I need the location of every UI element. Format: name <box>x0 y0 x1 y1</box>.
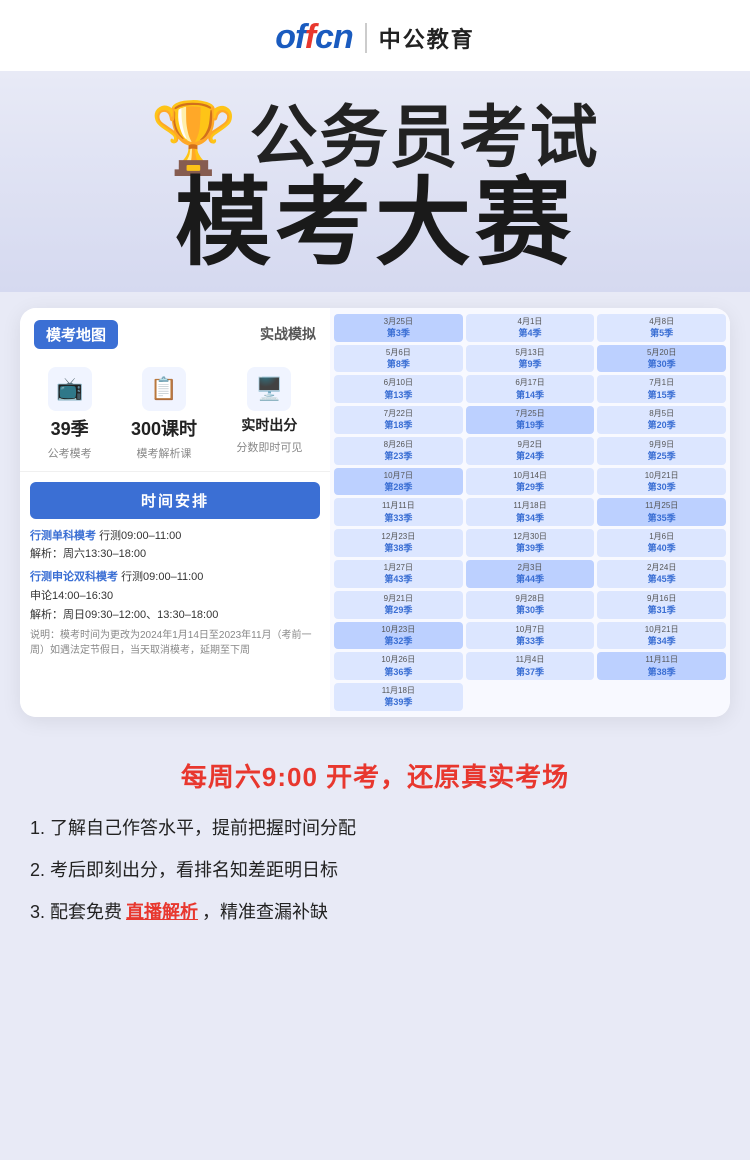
stat-label-2: 分数即时可见 <box>236 439 302 455</box>
stat-icon-0: 📺 <box>48 367 92 411</box>
cal-cell: 9月28日第30季 <box>466 591 595 619</box>
cal-cell: 12月30日第39季 <box>466 529 595 557</box>
cal-cell: 11月18日第34季 <box>466 498 595 526</box>
cal-cell: 11月25日第35季 <box>597 498 726 526</box>
feature-list: 1. 了解自己作答水平，提前把握时间分配 2. 考后即刻出分，看排名知差距明日标… <box>30 814 720 924</box>
schedule-parse-0: 解析：周六13:30–18:00 <box>30 548 146 560</box>
cal-cell: 2月3日第44季 <box>466 560 595 588</box>
stat-label-0: 公考模考 <box>48 445 92 461</box>
feature-item-0: 1. 了解自己作答水平，提前把握时间分配 <box>30 814 720 840</box>
cal-cell: 7月22日第18季 <box>334 406 463 434</box>
hero-title-1: 公务员考试 <box>250 101 600 176</box>
cal-cell: 1月27日第43季 <box>334 560 463 588</box>
bottom-title: 每周六9:00 开考，还原真实考场 <box>30 757 720 794</box>
cal-cell: 7月1日第15季 <box>597 375 726 403</box>
cal-cell: 10月7日第28季 <box>334 468 463 496</box>
feature-text-2-before: 3. 配套免费 <box>30 898 122 924</box>
hero-section: 🏆 公务员考试 模考大赛 <box>0 71 750 292</box>
cal-cell: 11月18日第39季 <box>334 683 463 711</box>
cal-cell: 10月26日第36季 <box>334 652 463 680</box>
stat-number-0: 39季 <box>51 415 89 441</box>
cal-cell: 10月14日第29季 <box>466 468 595 496</box>
cal-cell: 11月4日第37季 <box>466 652 595 680</box>
schedule-parse-1: 解析：周日09:30–12:00、13:30–18:00 <box>30 609 218 621</box>
logo-offcn: offcn <box>275 18 353 57</box>
cal-cell: 11月11日第38季 <box>597 652 726 680</box>
cal-cell: 5月20日第30季 <box>597 345 726 373</box>
stat-number-2: 实时出分 <box>241 415 297 435</box>
cal-cell: 8月5日第20季 <box>597 406 726 434</box>
cal-cell: 10月21日第34季 <box>597 622 726 650</box>
card-header: 模考地图 实战模拟 <box>20 308 330 359</box>
card-left: 模考地图 实战模拟 📺 39季 公考模考 📋 300课时 模考解析课 🖥️ 实时… <box>20 308 330 717</box>
cal-cell: 9月9日第25季 <box>597 437 726 465</box>
card-right-label: 实战模拟 <box>260 324 316 344</box>
card-calendar: 3月25日第3季4月1日第4季4月8日第5季 5月6日第8季5月13日第9季5月2… <box>330 308 730 717</box>
schedule-link-1[interactable]: 行测申论双科模考 <box>30 571 118 583</box>
trophy-icon: 🏆 <box>150 103 237 173</box>
stat-item-0: 📺 39季 公考模考 <box>48 367 92 461</box>
logo-divider <box>365 23 367 53</box>
stats-row: 📺 39季 公考模考 📋 300课时 模考解析课 🖥️ 实时出分 分数即时可见 <box>20 359 330 472</box>
cal-cell: 1月6日第40季 <box>597 529 726 557</box>
calendar-grid: 3月25日第3季4月1日第4季4月8日第5季 5月6日第8季5月13日第9季5月2… <box>334 314 726 711</box>
stat-icon-1: 📋 <box>142 367 186 411</box>
cal-cell: 11月11日第33季 <box>334 498 463 526</box>
cal-cell: 10月7日第33季 <box>466 622 595 650</box>
cal-cell: 6月10日第13季 <box>334 375 463 403</box>
stat-item-2: 🖥️ 实时出分 分数即时可见 <box>236 367 302 461</box>
cal-cell: 10月23日第32季 <box>334 622 463 650</box>
schedule-content: 行测单科模考 行测09:00–11:00 解析：周六13:30–18:00 行测… <box>20 527 330 666</box>
cal-cell: 6月17日第14季 <box>466 375 595 403</box>
hero-title-row: 🏆 公务员考试 <box>40 101 710 176</box>
schedule-note: 说明：模考时间为更改为2024年1月14日至2023年11月（考前一周）如遇法定… <box>30 628 320 658</box>
stat-number-1: 300课时 <box>131 415 197 441</box>
main-card: 模考地图 实战模拟 📺 39季 公考模考 📋 300课时 模考解析课 🖥️ 实时… <box>20 308 730 717</box>
cal-cell: 8月26日第23季 <box>334 437 463 465</box>
cal-cell: 3月25日第3季 <box>334 314 463 342</box>
bottom-section: 每周六9:00 开考，还原真实考场 1. 了解自己作答水平，提前把握时间分配 2… <box>0 737 750 954</box>
card-section: 模考地图 实战模拟 📺 39季 公考模考 📋 300课时 模考解析课 🖥️ 实时… <box>0 292 750 737</box>
schedule-link-0[interactable]: 行测单科模考 <box>30 530 96 542</box>
cal-cell: 9月21日第29季 <box>334 591 463 619</box>
hero-title-2: 模考大赛 <box>40 176 710 272</box>
cal-cell: 5月6日第8季 <box>334 345 463 373</box>
cal-cell: 7月25日第19季 <box>466 406 595 434</box>
schedule-item-1: 行测申论双科模考 行测09:00–11:00申论14:00–16:30 解析：周… <box>30 568 320 624</box>
schedule-item-0: 行测单科模考 行测09:00–11:00 解析：周六13:30–18:00 <box>30 527 320 564</box>
logo-text: 中公教育 <box>379 22 475 54</box>
cal-cell: 10月21日第30季 <box>597 468 726 496</box>
cal-cell: 4月8日第5季 <box>597 314 726 342</box>
cal-cell: 2月24日第45季 <box>597 560 726 588</box>
cal-cell: 4月1日第4季 <box>466 314 595 342</box>
feature-text-0: 1. 了解自己作答水平，提前把握时间分配 <box>30 814 356 840</box>
stat-icon-2: 🖥️ <box>247 367 291 411</box>
cal-cell: 5月13日第9季 <box>466 345 595 373</box>
feature-item-2: 3. 配套免费 直播解析 ，精准查漏补缺 <box>30 898 720 924</box>
feature-link[interactable]: 直播解析 <box>126 898 198 924</box>
feature-item-1: 2. 考后即刻出分，看排名知差距明日标 <box>30 856 720 882</box>
cal-cell: 9月2日第24季 <box>466 437 595 465</box>
cal-cell: 9月16日第31季 <box>597 591 726 619</box>
feature-text-1: 2. 考后即刻出分，看排名知差距明日标 <box>30 856 338 882</box>
stat-label-1: 模考解析课 <box>136 445 191 461</box>
card-tag: 模考地图 <box>34 320 118 349</box>
schedule-time-0: 行测09:00–11:00 <box>99 530 181 542</box>
header: offcn 中公教育 <box>0 0 750 71</box>
stat-item-1: 📋 300课时 模考解析课 <box>131 367 197 461</box>
schedule-button[interactable]: 时间安排 <box>30 482 320 519</box>
feature-text-2-after: ，精准查漏补缺 <box>202 898 328 924</box>
cal-cell: 12月23日第38季 <box>334 529 463 557</box>
